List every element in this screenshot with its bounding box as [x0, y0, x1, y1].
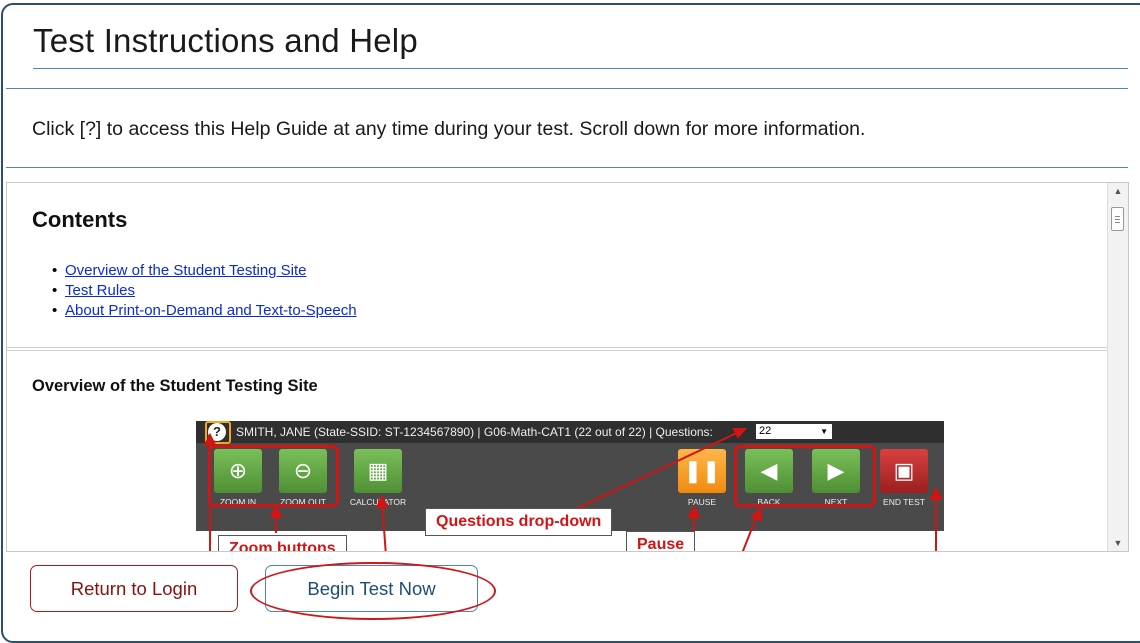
header-divider: [6, 88, 1128, 89]
zoom-callout: Zoom buttons: [218, 535, 347, 551]
questions-callout: Questions drop-down: [425, 508, 613, 536]
scroll-thumb[interactable]: [1111, 207, 1124, 231]
list-item: Overview of the Student Testing Site: [52, 261, 357, 281]
link-print-on-demand[interactable]: About Print-on-Demand and Text-to-Speech: [65, 302, 357, 319]
contents-list: Overview of the Student Testing Site Tes…: [52, 261, 357, 321]
help-content-pane[interactable]: Contents Overview of the Student Testing…: [6, 182, 1129, 552]
list-item: About Print-on-Demand and Text-to-Speech: [52, 301, 357, 321]
page-title: Test Instructions and Help: [33, 22, 418, 59]
list-item: Test Rules: [52, 281, 357, 301]
return-to-login-button[interactable]: Return to Login: [30, 565, 238, 612]
link-overview[interactable]: Overview of the Student Testing Site: [65, 262, 307, 279]
vertical-scrollbar[interactable]: ▲ ▼: [1107, 183, 1128, 551]
begin-test-highlight: [250, 562, 496, 620]
pause-callout: Pause: [626, 531, 696, 551]
overview-heading: Overview of the Student Testing Site: [32, 377, 318, 395]
section-divider: [7, 347, 1108, 351]
instructions-divider: [6, 167, 1128, 168]
contents-heading: Contents: [32, 207, 128, 232]
testing-site-screenshot: ? SMITH, JANE (State-SSID: ST-1234567890…: [196, 421, 944, 551]
title-underline: [33, 68, 1128, 69]
instructions-text: Click [?] to access this Help Guide at a…: [32, 118, 866, 140]
link-test-rules[interactable]: Test Rules: [65, 282, 135, 299]
scroll-up-icon[interactable]: ▲: [1108, 183, 1128, 199]
scroll-down-icon[interactable]: ▼: [1108, 535, 1128, 551]
